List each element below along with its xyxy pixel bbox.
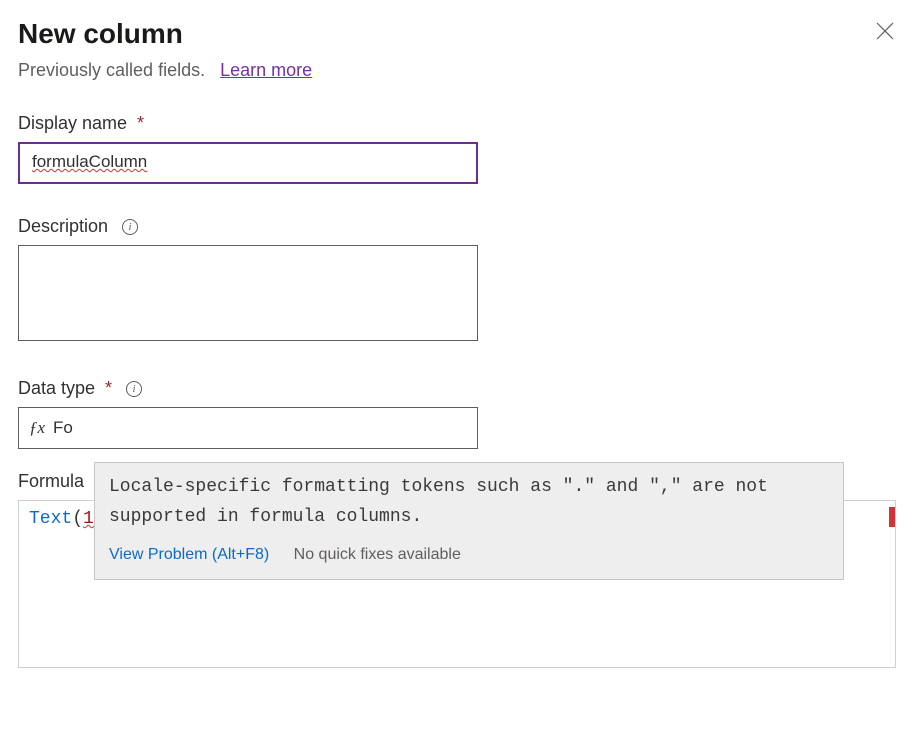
data-type-label-text: Data type — [18, 378, 95, 399]
display-name-label: Display name * — [18, 113, 898, 134]
formula-token-paren: ( — [72, 509, 83, 529]
info-icon[interactable]: i — [126, 381, 142, 397]
close-button[interactable] — [872, 18, 898, 44]
no-fixes-text: No quick fixes available — [294, 546, 461, 563]
display-name-label-text: Display name — [18, 113, 127, 134]
panel-subheader: Previously called fields. Learn more — [18, 60, 898, 81]
required-asterisk: * — [105, 378, 112, 399]
display-name-value: formulaColumn — [32, 152, 147, 171]
info-icon[interactable]: i — [122, 219, 138, 235]
description-label-text: Description — [18, 216, 108, 237]
data-type-select[interactable]: ƒx Fo — [18, 407, 478, 449]
required-asterisk: * — [137, 113, 144, 134]
error-tooltip: Locale-specific formatting tokens such a… — [94, 462, 844, 580]
view-problem-link[interactable]: View Problem (Alt+F8) — [109, 546, 269, 563]
description-input[interactable] — [18, 245, 478, 341]
data-type-label: Data type * i — [18, 378, 898, 399]
panel-title: New column — [18, 18, 183, 50]
display-name-input[interactable]: formulaColumn — [18, 142, 478, 184]
close-icon — [876, 22, 894, 40]
error-marker-icon — [889, 507, 895, 527]
tooltip-message: Locale-specific formatting tokens such a… — [109, 473, 829, 532]
formula-token-arg1: 1 — [83, 509, 94, 529]
fx-icon: ƒx — [29, 418, 45, 438]
learn-more-link[interactable]: Learn more — [220, 60, 312, 80]
description-label: Description i — [18, 216, 898, 237]
formula-label-text: Formula — [18, 471, 84, 492]
data-type-value: Fo — [53, 418, 73, 438]
subheader-text: Previously called fields. — [18, 60, 205, 80]
formula-token-func: Text — [29, 509, 72, 529]
